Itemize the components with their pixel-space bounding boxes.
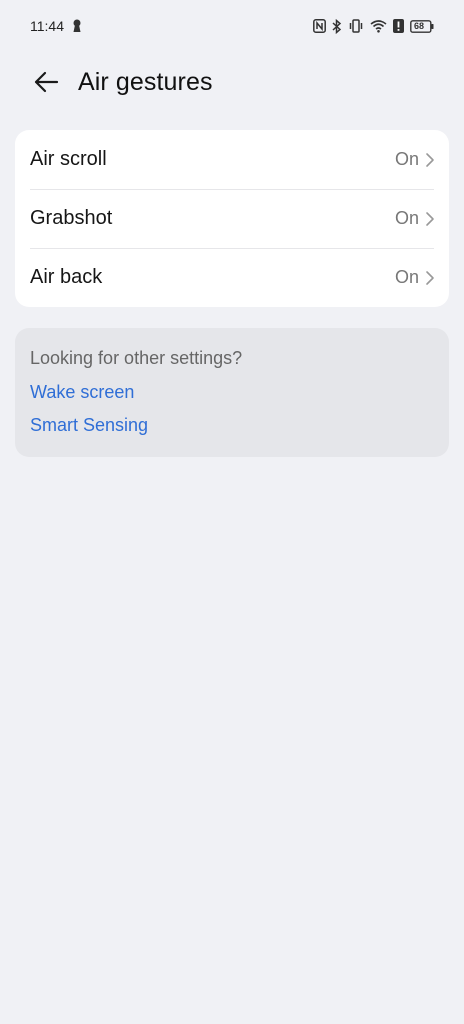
status-right: 68 bbox=[313, 18, 434, 34]
wake-screen-link[interactable]: Wake screen bbox=[30, 382, 434, 403]
header: Air gestures bbox=[0, 60, 464, 104]
setting-right: On bbox=[395, 267, 435, 288]
setting-row-grabshot[interactable]: Grabshot On bbox=[15, 189, 449, 248]
status-bar: 11:44 68 bbox=[0, 0, 464, 52]
vibrate-icon bbox=[348, 19, 364, 33]
setting-value: On bbox=[394, 267, 419, 287]
other-settings-box: Looking for other settings? Wake screen … bbox=[15, 328, 449, 457]
setting-label: Air scroll bbox=[30, 148, 107, 170]
setting-value: On bbox=[394, 208, 419, 228]
smart-sensing-link[interactable]: Smart Sensing bbox=[30, 415, 434, 436]
page-title: Air gestures bbox=[78, 67, 213, 96]
setting-value: On bbox=[394, 149, 419, 169]
arrow-left-icon bbox=[34, 71, 59, 93]
status-time: 11:44 bbox=[30, 18, 64, 34]
keyhole-icon bbox=[72, 19, 82, 33]
alert-icon bbox=[393, 19, 404, 33]
nfc-icon bbox=[313, 19, 326, 33]
wifi-icon bbox=[370, 19, 387, 33]
chevron-right-icon bbox=[426, 270, 434, 285]
status-left: 11:44 bbox=[30, 18, 82, 34]
chevron-right-icon bbox=[426, 211, 434, 226]
setting-label: Grabshot bbox=[30, 207, 113, 229]
battery-level: 68 bbox=[414, 20, 425, 31]
settings-card: Air scroll On Grabshot On Air back On bbox=[15, 130, 449, 307]
back-button[interactable] bbox=[24, 60, 68, 104]
setting-row-air-scroll[interactable]: Air scroll On bbox=[15, 130, 449, 189]
setting-label: Air back bbox=[30, 266, 103, 288]
setting-right: On bbox=[395, 208, 435, 229]
setting-right: On bbox=[395, 149, 435, 170]
chevron-right-icon bbox=[426, 152, 434, 167]
setting-row-air-back[interactable]: Air back On bbox=[15, 248, 449, 307]
battery-icon: 68 bbox=[410, 19, 434, 33]
bluetooth-icon bbox=[332, 18, 342, 34]
other-settings-title: Looking for other settings? bbox=[30, 348, 243, 368]
